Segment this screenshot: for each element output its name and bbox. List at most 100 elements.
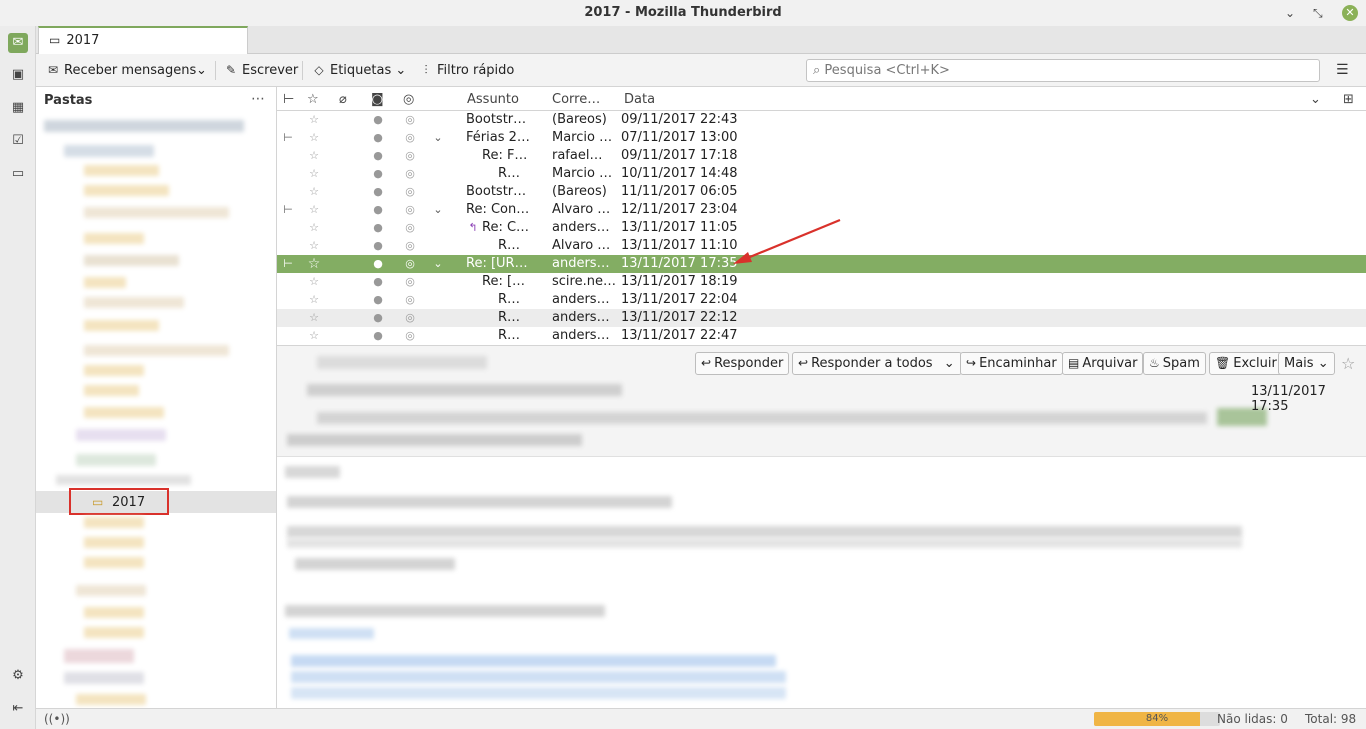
- read-status-icon[interactable]: ●: [371, 130, 385, 146]
- read-status-icon[interactable]: ●: [371, 292, 385, 308]
- reply-button[interactable]: ↩ Responder: [695, 352, 790, 375]
- junk-icon[interactable]: ◎: [403, 274, 417, 290]
- calendar-icon[interactable]: ▦: [8, 98, 28, 118]
- star-icon[interactable]: ☆: [307, 274, 321, 290]
- message-subject: Férias 2…: [466, 130, 530, 145]
- table-row[interactable]: ☆ ● ◎ R… anders… 13/11/2017 22:04: [277, 291, 1366, 309]
- chevron-down-icon[interactable]: ⌄: [944, 353, 955, 374]
- folder-pane-header: Pastas: [44, 93, 93, 108]
- table-row[interactable]: ☆ ● ◎ R… Marcio … 10/11/2017 14:48: [277, 165, 1366, 183]
- more-options-icon[interactable]: ⋯: [251, 91, 265, 107]
- table-row[interactable]: ☆ ● ◎ Re: [… scire.ne… 13/11/2017 18:19: [277, 273, 1366, 291]
- maximize-icon[interactable]: ⤡: [1313, 0, 1323, 26]
- junk-icon[interactable]: ◎: [403, 220, 417, 236]
- column-subject[interactable]: Assunto: [467, 92, 519, 107]
- star-icon[interactable]: ☆: [307, 292, 321, 308]
- column-correspondent[interactable]: Corre…: [552, 92, 600, 107]
- message-from: anders…: [552, 256, 610, 271]
- star-icon[interactable]: ☆: [307, 220, 321, 236]
- activity-icon[interactable]: ((•)): [44, 712, 70, 726]
- junk-icon[interactable]: ◎: [403, 184, 417, 200]
- table-row[interactable]: ☆ ● ◎ R… anders… 13/11/2017 22:47: [277, 327, 1366, 345]
- forward-button[interactable]: ↪ Encaminhar: [960, 352, 1063, 375]
- tab-folder-2017[interactable]: ▭ 2017: [38, 26, 248, 55]
- archive-button[interactable]: ▤ Arquivar: [1062, 352, 1144, 375]
- read-status-icon[interactable]: ●: [371, 310, 385, 326]
- chevron-down-icon[interactable]: ⌄: [1310, 92, 1321, 107]
- star-icon[interactable]: ☆: [307, 166, 321, 182]
- junk-icon[interactable]: ◎: [403, 292, 417, 308]
- star-icon[interactable]: ☆: [307, 328, 321, 344]
- read-status-icon[interactable]: ●: [371, 184, 385, 200]
- star-icon[interactable]: ☆: [307, 184, 321, 200]
- junk-column-icon[interactable]: ◎: [403, 92, 414, 107]
- junk-icon[interactable]: ◎: [403, 256, 417, 272]
- table-row[interactable]: ☆ ● ◎ Re: F… rafael… 09/11/2017 17:18: [277, 147, 1366, 165]
- star-column-icon[interactable]: ☆: [307, 92, 319, 107]
- read-status-icon[interactable]: ●: [371, 166, 385, 182]
- table-row[interactable]: ☆ ● ◎ R… Alvaro … 13/11/2017 11:10: [277, 237, 1366, 255]
- star-icon[interactable]: ☆: [307, 238, 321, 254]
- mail-icon[interactable]: ✉: [8, 33, 28, 53]
- read-status-icon[interactable]: ●: [371, 328, 385, 344]
- table-row[interactable]: ☆ ● ◎ Bootstr… (Bareos) 09/11/2017 22:43: [277, 111, 1366, 129]
- app-menu-icon[interactable]: ☰: [1336, 59, 1352, 82]
- get-messages-dropdown[interactable]: ⌄: [196, 59, 207, 82]
- tags-button[interactable]: ◇ Etiquetas ⌄: [312, 59, 406, 82]
- table-row[interactable]: ☆ ● ◎ Bootstr… (Bareos) 11/11/2017 06:05: [277, 183, 1366, 201]
- junk-icon[interactable]: ◎: [403, 310, 417, 326]
- star-icon[interactable]: ☆: [307, 256, 321, 272]
- read-status-icon[interactable]: ●: [371, 220, 385, 236]
- junk-icon[interactable]: ◎: [403, 148, 417, 164]
- star-icon[interactable]: ☆: [307, 148, 321, 164]
- star-icon[interactable]: ☆: [307, 112, 321, 128]
- read-status-icon[interactable]: ●: [371, 274, 385, 290]
- table-row[interactable]: ⊢ ☆ ● ◎ ⌄ Re: Con… Alvaro … 12/11/2017 2…: [277, 201, 1366, 219]
- write-button[interactable]: ✎ Escrever: [224, 59, 298, 82]
- junk-icon[interactable]: ◎: [403, 328, 417, 344]
- chevron-down-icon[interactable]: ⌄: [431, 130, 445, 146]
- search-input[interactable]: ⌕ Pesquisa <Ctrl+K>: [806, 59, 1320, 82]
- read-status-icon[interactable]: ●: [371, 238, 385, 254]
- delete-button[interactable]: 🗑 Excluir: [1209, 352, 1283, 375]
- star-icon[interactable]: ☆: [307, 130, 321, 146]
- spam-button[interactable]: ♨ Spam: [1143, 352, 1206, 375]
- quick-filter-button[interactable]: ⫶ Filtro rápido: [419, 59, 514, 82]
- junk-icon[interactable]: ◎: [403, 238, 417, 254]
- blurred-line: [291, 671, 786, 683]
- chat-icon[interactable]: ▭: [8, 164, 28, 184]
- column-picker-icon[interactable]: ⊞: [1343, 92, 1354, 107]
- read-status-icon[interactable]: ●: [371, 148, 385, 164]
- read-status-icon[interactable]: ●: [371, 256, 385, 272]
- minimize-icon[interactable]: ⌄: [1285, 0, 1295, 26]
- star-icon[interactable]: ☆: [1341, 354, 1355, 373]
- chevron-down-icon[interactable]: ⌄: [431, 202, 445, 218]
- junk-icon[interactable]: ◎: [403, 112, 417, 128]
- read-status-icon[interactable]: ●: [371, 112, 385, 128]
- blurred-folder: [44, 120, 244, 132]
- settings-icon[interactable]: ⚙: [8, 666, 28, 686]
- chevron-down-icon[interactable]: ⌄: [431, 256, 445, 272]
- address-book-icon[interactable]: ▣: [8, 65, 28, 85]
- attachment-column-icon[interactable]: ⌀: [339, 92, 347, 107]
- blurred-folder: [64, 145, 154, 157]
- more-button[interactable]: Mais ⌄: [1278, 352, 1335, 375]
- table-row[interactable]: ⊢ ☆ ● ◎ ⌄ Férias 2… Marcio … 07/11/2017 …: [277, 129, 1366, 147]
- thread-column-icon[interactable]: ⊢: [283, 92, 294, 107]
- get-messages-button[interactable]: ✉ Receber mensagens: [46, 59, 196, 82]
- table-row[interactable]: ☆ ● ◎ ↰ Re: C… anders… 13/11/2017 11:05: [277, 219, 1366, 237]
- star-icon[interactable]: ☆: [307, 202, 321, 218]
- read-status-icon[interactable]: ●: [371, 202, 385, 218]
- star-icon[interactable]: ☆: [307, 310, 321, 326]
- table-row[interactable]: ☆ ● ◎ R… anders… 13/11/2017 22:12: [277, 309, 1366, 327]
- table-row-selected[interactable]: ⊢ ☆ ● ◎ ⌄ Re: [UR… anders… 13/11/2017 17…: [277, 255, 1366, 273]
- collapse-icon[interactable]: ⇤: [8, 699, 28, 719]
- reply-all-button[interactable]: ↩ Responder a todos ⌄: [792, 352, 962, 375]
- column-date[interactable]: Data: [624, 92, 655, 107]
- junk-icon[interactable]: ◎: [403, 166, 417, 182]
- junk-icon[interactable]: ◎: [403, 130, 417, 146]
- junk-icon[interactable]: ◎: [403, 202, 417, 218]
- close-icon[interactable]: ✕: [1342, 5, 1358, 21]
- read-column-icon[interactable]: ◙: [371, 92, 384, 107]
- tasks-icon[interactable]: ☑: [8, 131, 28, 151]
